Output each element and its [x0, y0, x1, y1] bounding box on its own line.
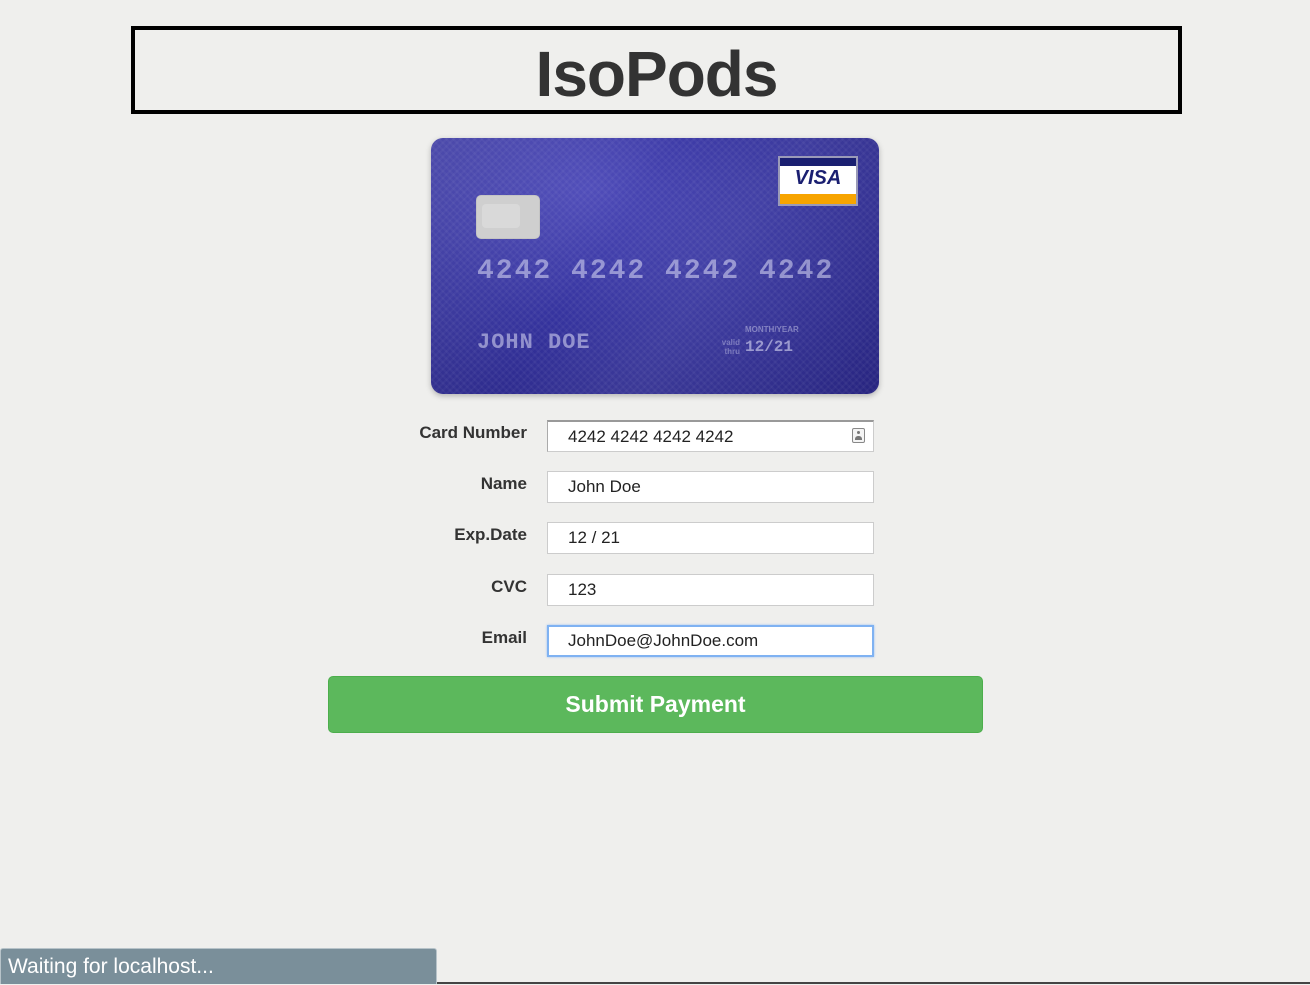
card-preview-month-year-label: MONTH/YEAR — [745, 325, 799, 334]
visa-logo: VISA — [778, 156, 858, 206]
exp-date-input[interactable] — [547, 522, 874, 554]
email-label: Email — [481, 628, 527, 647]
contact-card-icon[interactable] — [852, 428, 865, 443]
page-title: IsoPods — [535, 38, 779, 110]
credit-card-preview: VISA 4242 4242 4242 4242 JOHN DOE valid … — [431, 138, 879, 394]
name-label: Name — [480, 474, 527, 493]
cvc-label: CVC — [491, 577, 527, 596]
visa-logo-top-stripe — [780, 158, 856, 166]
header-title-box: IsoPods — [131, 26, 1182, 114]
card-preview-expiry: 12/21 — [745, 338, 794, 356]
visa-logo-text: VISA — [794, 167, 842, 189]
card-preview-name: JOHN DOE — [477, 330, 591, 355]
card-preview-number: 4242 4242 4242 4242 — [477, 256, 835, 287]
email-input[interactable] — [547, 625, 874, 657]
browser-status-bar: Waiting for localhost... — [0, 948, 437, 984]
exp-date-row: Exp.Date — [330, 522, 980, 554]
card-number-row: Card Number — [330, 420, 980, 452]
cvc-row: CVC — [330, 574, 980, 606]
card-number-label: Card Number — [419, 423, 527, 442]
card-preview-valid-thru: valid thru — [721, 338, 740, 356]
exp-date-label: Exp.Date — [454, 525, 527, 544]
cvc-input[interactable] — [547, 574, 874, 606]
card-chip-icon — [476, 195, 540, 239]
card-number-input[interactable] — [547, 420, 874, 452]
name-input[interactable] — [547, 471, 874, 503]
name-row: Name — [330, 471, 980, 503]
visa-logo-bottom-stripe — [780, 194, 856, 204]
email-row: Email — [330, 625, 980, 657]
submit-payment-button[interactable]: Submit Payment — [328, 676, 983, 733]
